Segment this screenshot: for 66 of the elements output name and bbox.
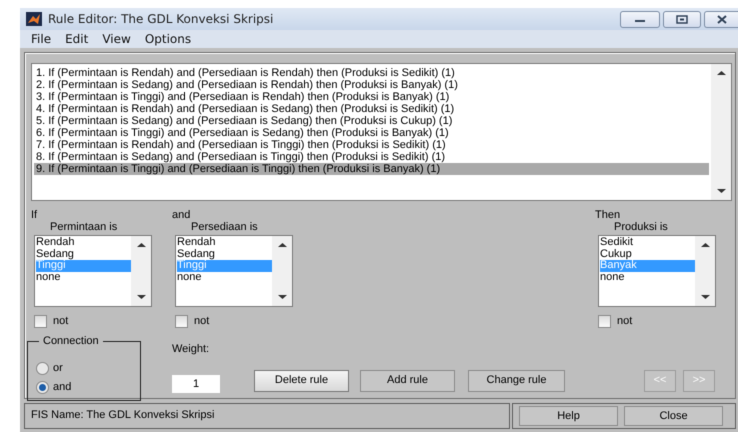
- app-logo-icon: [26, 12, 42, 26]
- rule-item[interactable]: 5. If (Permintaan is Sedang) and (Persediaan is Sedang) then (Produksi is Cukup) (1): [34, 115, 709, 127]
- maximize-icon: [676, 14, 688, 24]
- maximize-button[interactable]: [663, 10, 701, 28]
- membership-list[interactable]: Sedikit Cukup Banyak none: [598, 235, 716, 307]
- not-checkbox[interactable]: [175, 314, 188, 328]
- rule-item[interactable]: 6. If (Permintaan is Tinggi) and (Persediaan is Sedang) then (Produksi is Banyak) (1): [34, 127, 709, 139]
- membership-list[interactable]: Rendah Sedang Tinggi none: [34, 235, 152, 307]
- scroll-up-arrow-icon[interactable]: [700, 242, 710, 248]
- variable-label: Permintaan is: [49, 221, 118, 234]
- footer-button[interactable]: Close: [624, 406, 723, 426]
- close-button[interactable]: [704, 10, 738, 28]
- rule-button[interactable]: Add rule: [360, 370, 455, 392]
- scroll-down-arrow-icon[interactable]: [700, 294, 710, 300]
- close-icon: [716, 14, 728, 24]
- rule-list[interactable]: [31, 63, 732, 201]
- checkbox-label: not: [617, 314, 632, 329]
- list-item[interactable]: Sedang: [36, 248, 131, 260]
- weight-field[interactable]: 1: [172, 375, 220, 393]
- variable-label: Produksi is: [613, 221, 669, 234]
- rule-item[interactable]: 9. If (Permintaan is Tinggi) and (Persediaan is Tinggi) then (Produksi is Banyak) (1): [34, 163, 709, 175]
- radio-button[interactable]: [36, 362, 49, 374]
- list-item[interactable]: Rendah: [177, 237, 272, 249]
- connector-label: If: [31, 209, 38, 221]
- weight-label: Weight:: [172, 342, 210, 356]
- checkbox-label: not: [194, 314, 210, 329]
- scroll-up-arrow-icon[interactable]: [716, 70, 726, 76]
- menu-item[interactable]: View: [95, 31, 138, 47]
- not-checkbox[interactable]: [598, 314, 611, 328]
- connector-label: and: [172, 209, 192, 221]
- menu-item[interactable]: File: [24, 31, 58, 47]
- variable-label: Persediaan is: [190, 221, 259, 234]
- connector-label: Then: [595, 209, 622, 221]
- rule-item[interactable]: 7. If (Permintaan is Rendah) and (Persediaan is Tinggi) then (Produksi is Sedikit) (1): [34, 139, 709, 151]
- radio-button[interactable]: [36, 380, 49, 394]
- rule-item[interactable]: 1. If (Permintaan is Rendah) and (Persediaan is Rendah) then (Produksi is Sedikit) (1): [34, 67, 709, 79]
- status-text: FIS Name: The GDL Konveksi Skripsi: [24, 403, 510, 429]
- list-item[interactable]: Sedang: [177, 248, 272, 260]
- radio-label: or: [53, 360, 63, 376]
- scroll-up-arrow-icon[interactable]: [276, 242, 288, 248]
- group-title: Connection: [39, 334, 103, 348]
- checkbox-label: not: [53, 314, 68, 329]
- footer-button[interactable]: Help: [519, 406, 618, 426]
- scroll-down-arrow-icon[interactable]: [136, 294, 146, 300]
- scroll-down-arrow-icon[interactable]: [716, 188, 726, 194]
- list-item[interactable]: none: [36, 272, 131, 284]
- menu-item[interactable]: Edit: [58, 31, 96, 47]
- rule-item[interactable]: 3. If (Permintaan is Tinggi) and (Persediaan is Rendah) then (Produksi is Banyak) (1): [34, 91, 709, 103]
- rule-button[interactable]: Change rule: [468, 370, 565, 392]
- rule-item[interactable]: 2. If (Permintaan is Sedang) and (Persediaan is Rendah) then (Produksi is Banyak) (1): [34, 79, 709, 91]
- radio-label: and: [53, 380, 72, 395]
- list-item[interactable]: none: [177, 272, 272, 284]
- not-checkbox[interactable]: [34, 314, 47, 328]
- list-item[interactable]: Rendah: [36, 237, 131, 249]
- menu-item[interactable]: Options: [138, 31, 198, 47]
- rule-item[interactable]: 8. If (Permintaan is Sedang) and (Persediaan is Tinggi) then (Produksi is Sedikit) (1): [34, 151, 709, 163]
- rule-button[interactable]: Delete rule: [254, 370, 349, 392]
- list-item[interactable]: Sedikit: [600, 237, 695, 249]
- rule-item[interactable]: 4. If (Permintaan is Rendah) and (Persediaan is Sedang) then (Produksi is Sedikit) (1): [34, 103, 709, 115]
- scroll-down-arrow-icon[interactable]: [276, 294, 288, 300]
- window-title: Rule Editor: The GDL Konveksi Skripsi: [48, 11, 274, 28]
- membership-list[interactable]: Rendah Sedang Tinggi none: [175, 235, 293, 307]
- minimize-button[interactable]: [620, 10, 660, 28]
- list-item[interactable]: Cukup: [600, 248, 695, 260]
- scroll-up-arrow-icon[interactable]: [136, 242, 146, 248]
- list-item[interactable]: none: [600, 272, 695, 284]
